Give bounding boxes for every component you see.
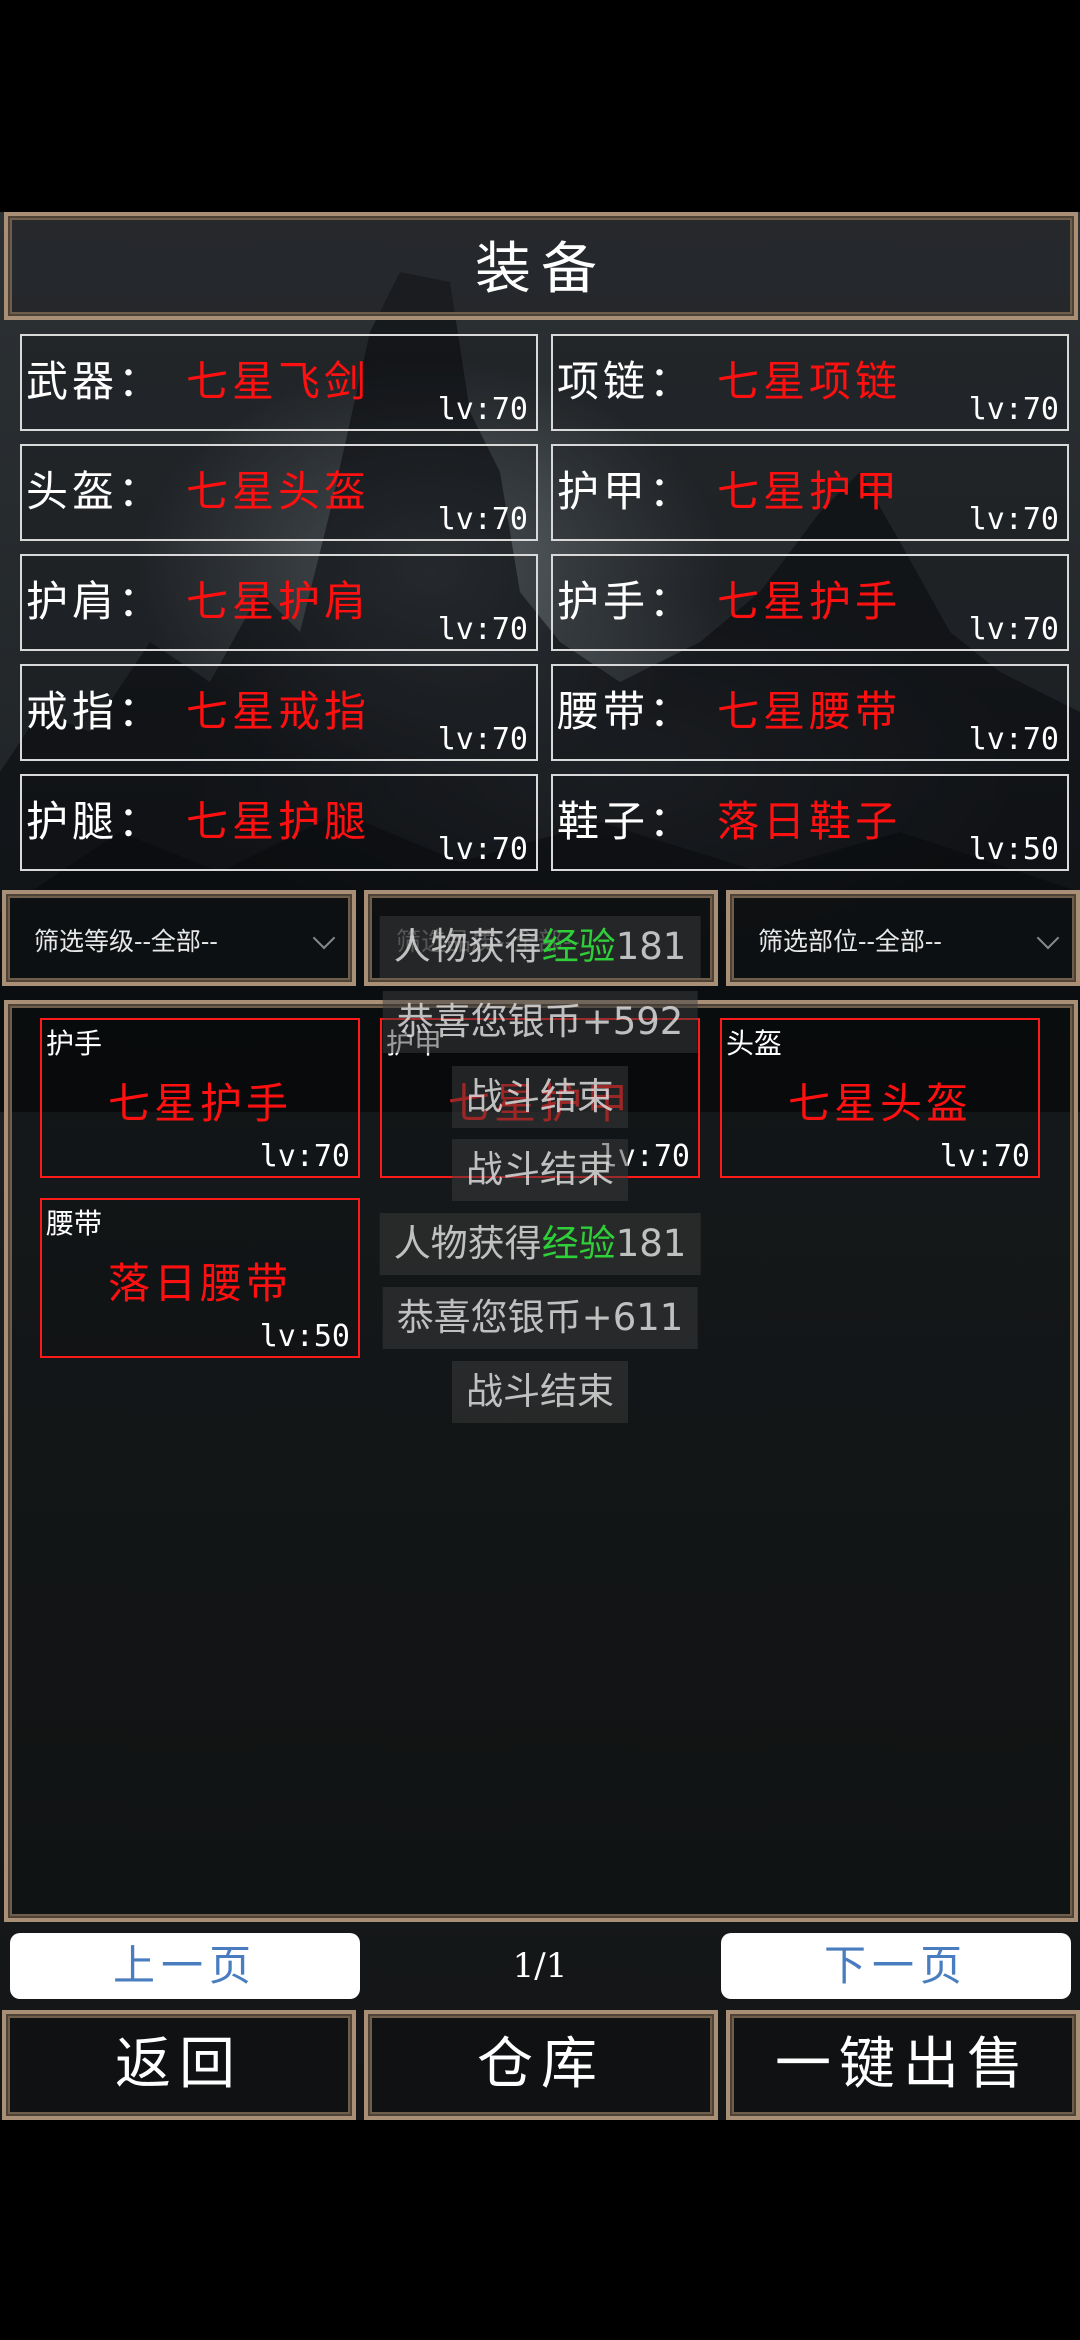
equip-slot-belt[interactable]: 腰带： 七星腰带 lv:70 bbox=[551, 664, 1069, 761]
slot-item-level: lv:70 bbox=[968, 722, 1059, 757]
item-name: 七星护手 bbox=[107, 1079, 292, 1128]
slot-label: 腰带： bbox=[557, 687, 696, 736]
part-filter-dropdown[interactable]: 筛选部位--全部-- bbox=[726, 890, 1080, 986]
equip-slot-ring[interactable]: 戒指： 七星戒指 lv:70 bbox=[20, 664, 538, 761]
slot-label: 鞋子： bbox=[557, 797, 696, 846]
toast-text: 战斗结束 bbox=[466, 1370, 614, 1413]
slot-item-level: lv:70 bbox=[437, 832, 528, 867]
equip-slot-necklace[interactable]: 项链： 七星项链 lv:70 bbox=[551, 334, 1069, 431]
back-button-label: 返回 bbox=[115, 2032, 243, 2097]
back-button[interactable]: 返回 bbox=[2, 2010, 356, 2120]
toast-value: 181 bbox=[615, 1222, 687, 1265]
toast-battle-end: 战斗结束 bbox=[452, 1066, 628, 1128]
slot-item-name: 七星飞剑 bbox=[186, 357, 371, 406]
slot-item-name: 七星护腿 bbox=[186, 797, 371, 846]
slot-item-level: lv:70 bbox=[437, 392, 528, 427]
slot-label: 护腿： bbox=[26, 797, 165, 846]
equip-slot-helmet[interactable]: 头盔： 七星头盔 lv:70 bbox=[20, 444, 538, 541]
slot-item-level: lv:70 bbox=[437, 502, 528, 537]
next-page-button[interactable]: 下一页 bbox=[721, 1933, 1071, 1999]
slot-item-name: 七星项链 bbox=[717, 357, 902, 406]
toast-battle-end: 战斗结束 bbox=[452, 1361, 628, 1423]
warehouse-button[interactable]: 仓库 bbox=[364, 2010, 718, 2120]
item-type: 护手 bbox=[46, 1027, 103, 1060]
item-name: 七星头盔 bbox=[787, 1079, 972, 1128]
toast-silver: 恭喜您银币+611 bbox=[382, 1287, 698, 1349]
slot-label: 头盔： bbox=[26, 467, 165, 516]
equip-slot-gloves[interactable]: 护手： 七星护手 lv:70 bbox=[551, 554, 1069, 651]
slot-item-level: lv:70 bbox=[968, 612, 1059, 647]
slot-item-name: 七星戒指 bbox=[186, 687, 371, 736]
item-level: lv:50 bbox=[259, 1319, 350, 1354]
chevron-down-icon bbox=[312, 926, 336, 950]
slot-item-level: lv:70 bbox=[437, 722, 528, 757]
slot-item-name: 七星护甲 bbox=[717, 467, 902, 516]
part-filter-label: 筛选部位--全部-- bbox=[758, 927, 942, 956]
toast-exp-word: 经验 bbox=[541, 1222, 616, 1265]
level-filter-dropdown[interactable]: 筛选等级--全部-- bbox=[2, 890, 356, 986]
slot-label: 护肩： bbox=[26, 577, 165, 626]
equip-slot-armor[interactable]: 护甲： 七星护甲 lv:70 bbox=[551, 444, 1069, 541]
toast-text: 人物获得 bbox=[393, 925, 542, 968]
page-title: 装备 bbox=[475, 237, 607, 302]
slot-item-level: lv:70 bbox=[968, 502, 1059, 537]
chevron-down-icon bbox=[1036, 926, 1060, 950]
item-type: 腰带 bbox=[46, 1207, 103, 1240]
toast-battle-end: 战斗结束 bbox=[452, 1139, 628, 1201]
inventory-item[interactable]: 腰带 落日腰带 lv:50 bbox=[40, 1198, 360, 1358]
item-type: 头盔 bbox=[726, 1027, 783, 1060]
slot-item-name: 七星腰带 bbox=[717, 687, 902, 736]
equip-slot-shoulder[interactable]: 护肩： 七星护肩 lv:70 bbox=[20, 554, 538, 651]
equip-slot-shoes[interactable]: 鞋子： 落日鞋子 lv:50 bbox=[551, 774, 1069, 871]
slot-item-level: lv:70 bbox=[968, 392, 1059, 427]
page-indicator: 1/1 bbox=[512, 1946, 568, 1986]
slot-label: 武器： bbox=[26, 357, 165, 406]
slot-item-level: lv:70 bbox=[437, 612, 528, 647]
item-level: lv:70 bbox=[259, 1139, 350, 1174]
level-filter-label: 筛选等级--全部-- bbox=[34, 927, 218, 956]
slot-item-name: 七星头盔 bbox=[186, 467, 371, 516]
toast-text: 人物获得 bbox=[393, 1222, 542, 1265]
toast-silver: 恭喜您银币+592 bbox=[382, 991, 698, 1053]
toast-exp: 人物获得经验181 bbox=[379, 916, 701, 978]
equip-slot-weapon[interactable]: 武器： 七星飞剑 lv:70 bbox=[20, 334, 538, 431]
toast-text: 战斗结束 bbox=[466, 1075, 614, 1118]
slot-item-level: lv:50 bbox=[968, 832, 1059, 867]
slot-item-name: 七星护肩 bbox=[186, 577, 371, 626]
slot-label: 护手： bbox=[557, 577, 696, 626]
slot-label: 戒指： bbox=[26, 687, 165, 736]
toast-exp: 人物获得经验181 bbox=[379, 1213, 701, 1275]
toast-exp-word: 经验 bbox=[541, 925, 616, 968]
warehouse-button-label: 仓库 bbox=[477, 2032, 605, 2097]
toast-value: 181 bbox=[615, 925, 687, 968]
item-level: lv:70 bbox=[939, 1139, 1030, 1174]
sell-all-button[interactable]: 一键出售 bbox=[726, 2010, 1080, 2120]
inventory-item[interactable]: 护手 七星护手 lv:70 bbox=[40, 1018, 360, 1178]
inventory-item[interactable]: 头盔 七星头盔 lv:70 bbox=[720, 1018, 1040, 1178]
toast-text: 恭喜您银币+611 bbox=[396, 1296, 684, 1339]
toast-text: 恭喜您银币+592 bbox=[396, 1000, 684, 1043]
item-name: 落日腰带 bbox=[107, 1259, 292, 1308]
slot-label: 护甲： bbox=[557, 467, 696, 516]
sell-all-button-label: 一键出售 bbox=[775, 2032, 1031, 2097]
title-bar: 装备 bbox=[4, 212, 1078, 320]
slot-item-name: 落日鞋子 bbox=[717, 797, 902, 846]
prev-page-button[interactable]: 上一页 bbox=[10, 1933, 360, 1999]
slot-item-name: 七星护手 bbox=[717, 577, 902, 626]
equip-slot-legs[interactable]: 护腿： 七星护腿 lv:70 bbox=[20, 774, 538, 871]
slot-label: 项链： bbox=[557, 357, 696, 406]
toast-text: 战斗结束 bbox=[466, 1148, 614, 1191]
